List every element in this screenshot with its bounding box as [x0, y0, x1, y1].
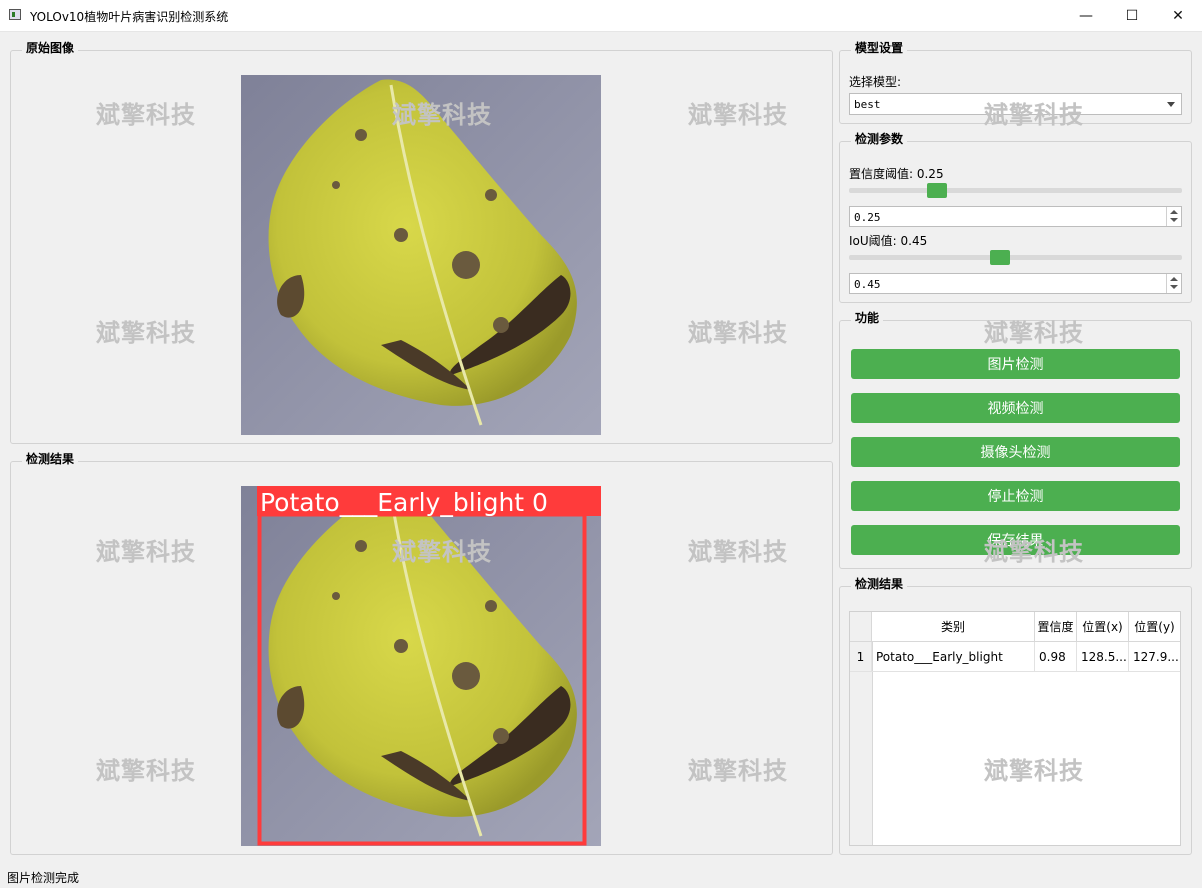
confidence-slider[interactable] [849, 181, 1182, 201]
stop-detect-button[interactable]: 停止检测 [851, 481, 1180, 511]
cell-x[interactable]: 128.5... [1077, 642, 1129, 672]
chevron-down-icon[interactable] [1170, 218, 1178, 222]
slider-handle[interactable] [989, 250, 1010, 265]
bounding-box-label: Potato___Early_blight 0 [260, 488, 548, 517]
chevron-down-icon [1167, 102, 1175, 107]
status-bar-text: 图片检测完成 [7, 871, 80, 885]
iou-slider[interactable] [849, 248, 1182, 268]
close-button[interactable]: ✕ [1155, 0, 1201, 31]
result-image-title: 检测结果 [22, 450, 79, 467]
iou-spinbox[interactable]: 0.45 [849, 273, 1182, 294]
functions-title: 功能 [851, 309, 884, 326]
results-title: 检测结果 [851, 575, 908, 592]
save-results-button[interactable]: 保存结果 [851, 525, 1180, 555]
slider-groove [849, 188, 1182, 193]
slider-groove [849, 255, 1182, 260]
model-select[interactable]: best [849, 93, 1182, 115]
confidence-spinbox[interactable]: 0.25 [849, 206, 1182, 227]
model-select-label: 选择模型: [849, 75, 902, 89]
model-select-value: best [854, 98, 881, 111]
cell-confidence[interactable]: 0.98 [1035, 642, 1077, 672]
minimize-button[interactable]: — [1063, 0, 1109, 31]
image-detect-button[interactable]: 图片检测 [851, 349, 1180, 379]
column-header-class[interactable]: 类别 [872, 612, 1035, 642]
detection-params-title: 检测参数 [851, 130, 908, 147]
chevron-up-icon[interactable] [1170, 277, 1178, 281]
row-number[interactable]: 1 [850, 642, 872, 672]
cell-y[interactable]: 127.9... [1129, 642, 1180, 672]
original-image [241, 75, 601, 435]
iou-label: IoU阈值: 0.45 [849, 234, 928, 248]
chevron-down-icon[interactable] [1170, 285, 1178, 289]
title-bar: YOLOv10植物叶片病害识别检测系统 — ☐ ✕ [0, 0, 1202, 32]
result-image: Potato___Early_blight 0 [241, 486, 601, 846]
chevron-up-icon[interactable] [1170, 210, 1178, 214]
spin-buttons[interactable] [1166, 274, 1181, 293]
app-icon [9, 9, 21, 20]
confidence-label: 置信度阈值: 0.25 [849, 167, 944, 181]
column-header-x[interactable]: 位置(x) [1077, 612, 1129, 642]
cell-class[interactable]: Potato___Early_blight [872, 642, 1035, 672]
leaf-image-annotated: Potato___Early_blight 0 [241, 486, 601, 846]
spin-buttons[interactable] [1166, 207, 1181, 226]
maximize-button[interactable]: ☐ [1109, 0, 1155, 31]
camera-detect-button[interactable]: 摄像头检测 [851, 437, 1180, 467]
original-image-title: 原始图像 [22, 39, 79, 56]
iou-value: 0.45 [854, 278, 881, 291]
video-detect-button[interactable]: 视频检测 [851, 393, 1180, 423]
results-table[interactable]: 类别 置信度 位置(x) 位置(y) 1 Potato___Early_blig… [849, 611, 1181, 846]
corner-button[interactable] [850, 612, 872, 642]
confidence-value: 0.25 [854, 211, 881, 224]
slider-handle[interactable] [927, 183, 948, 198]
window-title: YOLOv10植物叶片病害识别检测系统 [30, 10, 229, 24]
column-header-confidence[interactable]: 置信度 [1035, 612, 1077, 642]
model-settings-title: 模型设置 [851, 39, 908, 56]
column-header-y[interactable]: 位置(y) [1129, 612, 1180, 642]
leaf-image [241, 75, 601, 435]
